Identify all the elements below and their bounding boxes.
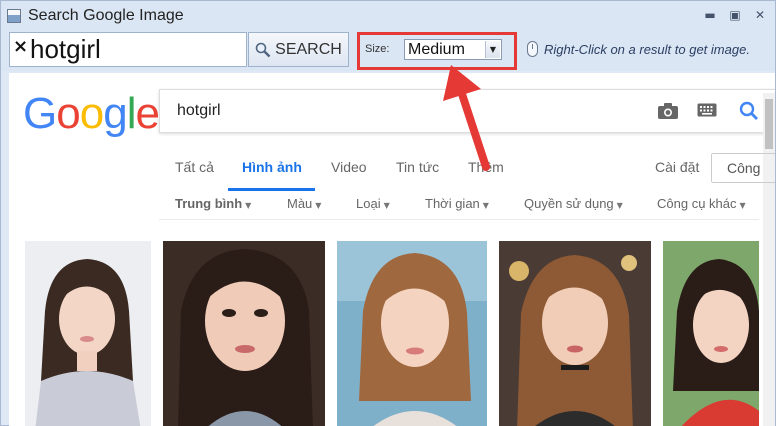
image-result[interactable]	[499, 241, 651, 426]
image-result[interactable]	[337, 241, 487, 426]
logo-letter: G	[23, 89, 57, 138]
logo-letter: e	[135, 89, 160, 138]
filter-time-label: Thời gian	[425, 196, 480, 211]
settings-link[interactable]: Cài đặt	[655, 159, 699, 175]
filter-size[interactable]: Trung bình ▼	[175, 196, 251, 211]
size-dropdown[interactable]: Medium ▼	[404, 39, 502, 60]
camera-icon[interactable]	[657, 102, 679, 120]
title-bar[interactable]: Search Google Image ▬ ▣ ✕	[1, 1, 775, 31]
image-result[interactable]	[663, 241, 759, 426]
nav-divider	[159, 219, 759, 220]
caret-down-icon: ▼	[383, 201, 390, 210]
search-button[interactable]: SEARCH	[248, 32, 349, 67]
filter-type-label: Loại	[356, 196, 381, 211]
google-search-query[interactable]: hotgirl	[177, 102, 221, 120]
logo-letter: o	[56, 89, 81, 138]
search-button-label: SEARCH	[275, 40, 342, 58]
app-icon	[7, 9, 21, 23]
filter-size-label: Trung bình	[175, 196, 243, 211]
window-title: Search Google Image	[28, 7, 184, 24]
filter-color-label: Màu	[287, 196, 313, 211]
tab-video[interactable]: Video	[331, 159, 367, 175]
annotation-arrow	[443, 65, 490, 171]
filter-more-tools-label: Công cụ khác	[657, 196, 737, 211]
image-result[interactable]	[163, 241, 325, 426]
maximize-icon[interactable]: ▣	[725, 7, 745, 23]
google-logo[interactable]: Google	[23, 89, 160, 139]
filter-color[interactable]: Màu ▼	[287, 196, 321, 211]
logo-letter: g	[103, 89, 128, 138]
chevron-down-icon[interactable]: ▼	[485, 41, 500, 58]
scroll-thumb[interactable]	[765, 99, 773, 149]
minimize-icon[interactable]: ▬	[700, 7, 720, 23]
search-input[interactable]	[30, 34, 244, 65]
tools-button[interactable]: Công	[711, 153, 775, 183]
caret-down-icon: ▼	[482, 201, 489, 210]
filter-time[interactable]: Thời gian ▼	[425, 196, 489, 211]
filter-bar: Trung bình ▼ Màu ▼ Loại ▼ Thời gian ▼ Quyền …	[9, 191, 759, 219]
app-window: Search Google Image ▬ ▣ ✕ × SEARCH Size:…	[0, 0, 776, 426]
close-icon[interactable]: ✕	[750, 7, 770, 23]
filter-usage-rights-label: Quyền sử dụng	[524, 196, 614, 211]
magnifier-icon	[255, 42, 271, 57]
image-result[interactable]	[25, 241, 151, 426]
caret-down-icon: ▼	[245, 201, 252, 210]
caret-down-icon: ▼	[315, 201, 322, 210]
size-label: Size:	[365, 43, 390, 55]
keyboard-icon[interactable]	[697, 103, 717, 117]
logo-letter: o	[79, 89, 105, 138]
filter-more-tools[interactable]: Công cụ khác ▼	[657, 196, 746, 211]
browser-content: Google hotgirl Tất cả Hình ảnh Video Tin…	[9, 73, 775, 426]
tab-images[interactable]: Hình ảnh	[242, 159, 302, 175]
caret-down-icon: ▼	[616, 201, 623, 210]
search-box: ×	[9, 32, 247, 67]
google-nav-tabs: Tất cả Hình ảnh Video Tin tức Thêm	[9, 151, 759, 191]
caret-down-icon: ▼	[739, 201, 746, 210]
right-click-hint: Right-Click on a result to get image.	[544, 42, 750, 57]
filter-usage-rights[interactable]: Quyền sử dụng ▼	[524, 196, 623, 211]
scrollbar[interactable]	[763, 93, 775, 426]
toolbar: × SEARCH Size: Medium ▼ Right-Click on a…	[1, 31, 775, 71]
filter-type[interactable]: Loại ▼	[356, 196, 390, 211]
clear-icon[interactable]: ×	[13, 36, 28, 57]
size-selected-value: Medium	[408, 41, 465, 58]
mouse-icon	[527, 41, 538, 57]
search-icon[interactable]	[739, 101, 759, 121]
tab-news[interactable]: Tin tức	[396, 159, 439, 175]
tab-all[interactable]: Tất cả	[175, 159, 214, 175]
